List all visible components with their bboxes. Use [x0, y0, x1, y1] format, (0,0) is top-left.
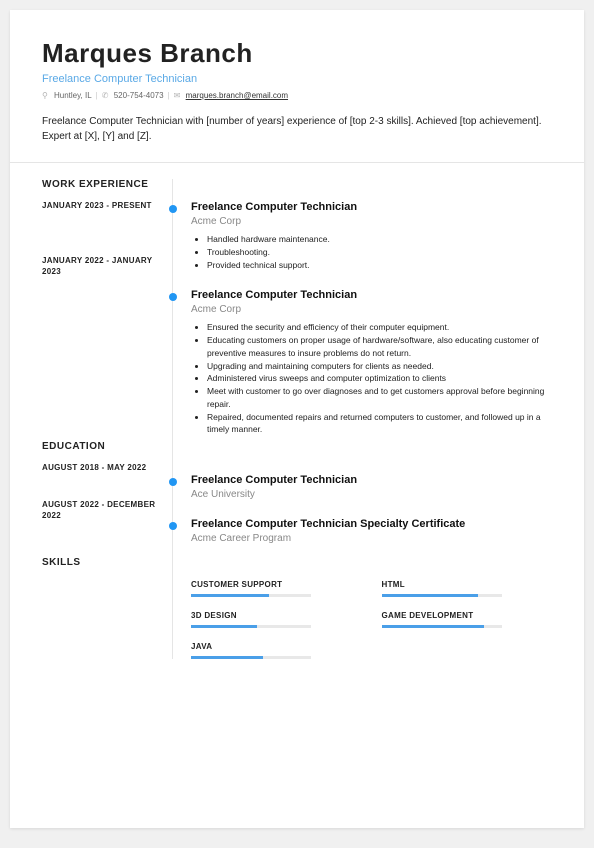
- email-link[interactable]: marques.branch@email.com: [186, 91, 288, 100]
- skill-bar: [191, 625, 311, 628]
- skill-name: 3D DESIGN: [191, 611, 362, 620]
- work-date: JANUARY 2022 - JANUARY 2023: [42, 255, 172, 277]
- entry-title: Freelance Computer Technician Specialty …: [191, 518, 552, 530]
- skill-fill: [191, 656, 263, 659]
- skill-bar: [191, 656, 311, 659]
- bullet-icon: [169, 522, 177, 530]
- header: Marques Branch Freelance Computer Techni…: [42, 38, 552, 144]
- entry-title: Freelance Computer Technician: [191, 201, 552, 213]
- bullet-icon: [169, 293, 177, 301]
- entry-school: Ace University: [191, 489, 552, 500]
- resume-page: Marques Branch Freelance Computer Techni…: [10, 10, 584, 828]
- skill-bar: [382, 625, 502, 628]
- name: Marques Branch: [42, 38, 552, 69]
- entry-company: Acme Corp: [191, 304, 552, 315]
- skill-fill: [191, 594, 269, 597]
- entry-title: Freelance Computer Technician: [191, 289, 552, 301]
- skill-name: JAVA: [191, 642, 362, 651]
- skill-fill: [191, 625, 257, 628]
- summary: Freelance Computer Technician with [numb…: [42, 114, 552, 144]
- list-item: Troubleshooting.: [207, 246, 552, 259]
- list-item: Handled hardware maintenance.: [207, 233, 552, 246]
- skill-bar: [382, 594, 502, 597]
- skill-bar: [191, 594, 311, 597]
- entry-points: Handled hardware maintenance. Troublesho…: [191, 233, 552, 271]
- skill-item: 3D DESIGN: [191, 611, 362, 628]
- skill-fill: [382, 594, 478, 597]
- phone-icon: ✆: [102, 91, 110, 100]
- email-icon: ✉: [174, 91, 182, 100]
- skill-item: HTML: [382, 580, 553, 597]
- location-icon: ⚲: [42, 91, 50, 100]
- work-date: JANUARY 2023 - PRESENT: [42, 200, 172, 211]
- skills-grid: CUSTOMER SUPPORT HTML 3D DESIGN GAME DEVELO…: [191, 580, 552, 659]
- divider: [10, 162, 584, 163]
- contact-info: ⚲ Huntley, IL | ✆ 520-754-4073 | ✉ marqu…: [42, 91, 552, 100]
- list-item: Administered virus sweeps and computer o…: [207, 372, 552, 385]
- list-item: Repaired, documented repairs and returne…: [207, 411, 552, 437]
- skill-name: CUSTOMER SUPPORT: [191, 580, 362, 589]
- skill-item: GAME DEVELOPMENT: [382, 611, 553, 628]
- edu-entry: Freelance Computer Technician Specialty …: [191, 518, 552, 544]
- work-entry: Freelance Computer Technician Acme Corp …: [191, 201, 552, 271]
- entry-title: Freelance Computer Technician: [191, 474, 552, 486]
- skill-name: GAME DEVELOPMENT: [382, 611, 553, 620]
- edu-date: AUGUST 2022 - DECEMBER 2022: [42, 499, 172, 521]
- location: Huntley, IL: [54, 91, 92, 100]
- list-item: Educating customers on proper usage of h…: [207, 334, 552, 360]
- right-column: Freelance Computer Technician Acme Corp …: [172, 179, 552, 659]
- list-item: Upgrading and maintaining computers for …: [207, 360, 552, 373]
- skill-item: CUSTOMER SUPPORT: [191, 580, 362, 597]
- phone: 520-754-4073: [114, 91, 164, 100]
- work-heading: WORK EXPERIENCE: [42, 179, 172, 190]
- entry-school: Acme Career Program: [191, 533, 552, 544]
- skill-fill: [382, 625, 484, 628]
- job-title: Freelance Computer Technician: [42, 73, 552, 85]
- skills-heading: SKILLS: [42, 557, 172, 568]
- list-item: Ensured the security and efficiency of t…: [207, 321, 552, 334]
- entry-company: Acme Corp: [191, 216, 552, 227]
- education-heading: EDUCATION: [42, 441, 172, 452]
- skill-name: HTML: [382, 580, 553, 589]
- bullet-icon: [169, 478, 177, 486]
- skill-item: JAVA: [191, 642, 362, 659]
- bullet-icon: [169, 205, 177, 213]
- list-item: Provided technical support.: [207, 259, 552, 272]
- work-entry: Freelance Computer Technician Acme Corp …: [191, 289, 552, 436]
- left-column: WORK EXPERIENCE JANUARY 2023 - PRESENT J…: [42, 179, 172, 659]
- entry-points: Ensured the security and efficiency of t…: [191, 321, 552, 436]
- edu-entry: Freelance Computer Technician Ace Univer…: [191, 474, 552, 500]
- edu-date: AUGUST 2018 - MAY 2022: [42, 462, 172, 473]
- list-item: Meet with customer to go over diagnoses …: [207, 385, 552, 411]
- content: WORK EXPERIENCE JANUARY 2023 - PRESENT J…: [42, 179, 552, 659]
